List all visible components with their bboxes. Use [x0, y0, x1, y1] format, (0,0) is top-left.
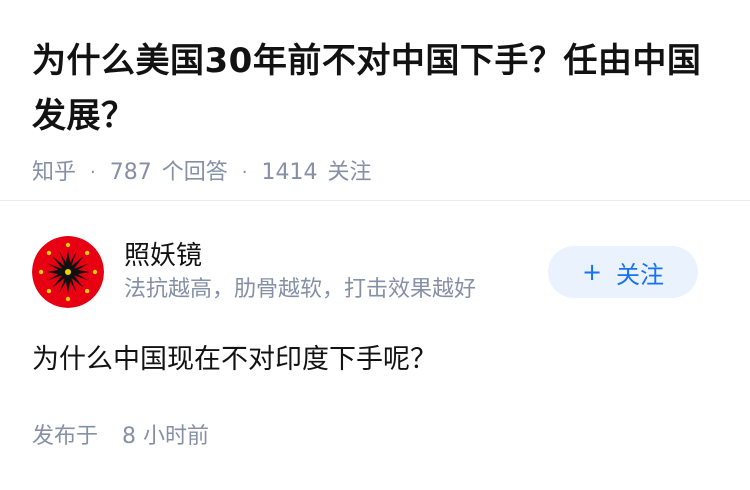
follow-button[interactable]: + 关注 [548, 246, 698, 298]
author-bio: 法抗越高，肋骨越软，打击效果越好 [124, 277, 477, 302]
published-time: 8 小时前 [122, 424, 210, 449]
meta-separator: · [90, 162, 96, 183]
answer-count: 787 [109, 160, 152, 185]
question-page: 为什么美国30年前不对中国下手？任由中国发展？ 知乎 · 787 个回答 · 1… [0, 0, 750, 490]
plus-icon: + [581, 258, 603, 286]
meta-separator: · [241, 162, 248, 183]
author-card: 照妖镜 法抗越高，肋骨越软，打击效果越好 + 关注 [32, 236, 698, 308]
avatar[interactable] [32, 236, 104, 308]
answer-count-label: 个回答 [161, 160, 228, 185]
section-divider [0, 200, 750, 201]
follower-count-label: 关注 [327, 160, 372, 185]
author-info: 照妖镜 法抗越高，肋骨越软，打击效果越好 [124, 238, 548, 306]
publish-info: 发布于 8 小时前 [32, 422, 209, 452]
source-label[interactable]: 知乎 [32, 158, 76, 188]
author-name[interactable]: 照妖镜 [124, 238, 548, 274]
published-label: 发布于 [32, 424, 99, 449]
follower-count: 1414 [261, 160, 318, 185]
answer-content[interactable]: 为什么中国现在不对印度下手呢？ [32, 340, 718, 380]
red-sun-emblem-icon [32, 236, 104, 308]
question-title[interactable]: 为什么美国30年前不对中国下手？任由中国发展？ [32, 0, 718, 144]
question-meta: 知乎 · 787 个回答 · 1414 关注 [32, 158, 718, 188]
follow-button-label: 关注 [616, 260, 665, 289]
